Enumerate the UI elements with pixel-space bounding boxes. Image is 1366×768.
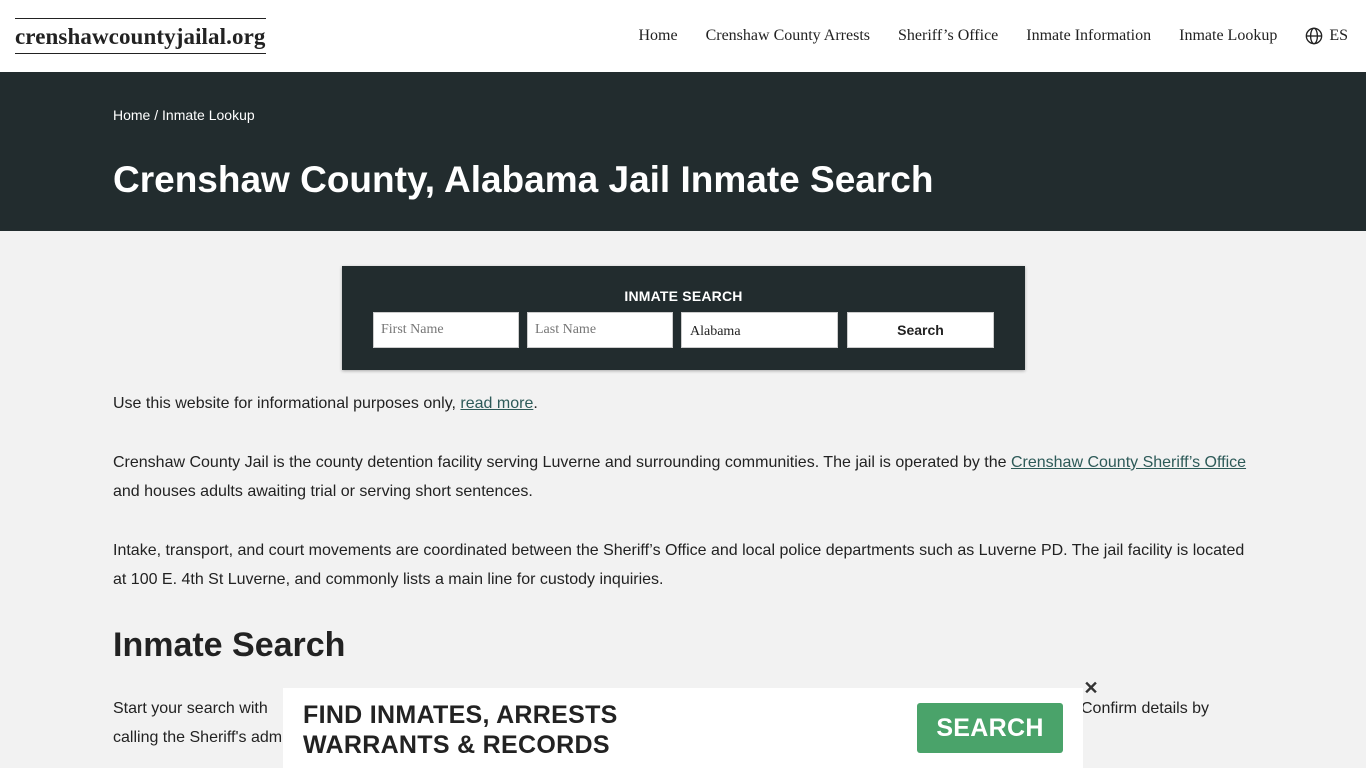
facility-paragraph: Intake, transport, and court movements a… [113,542,1245,588]
nav-crenshaw-county-arrests[interactable]: Crenshaw County Arrests [706,27,870,45]
page-title: Crenshaw County, Alabama Jail Inmate Sea… [113,159,934,200]
ad-banner[interactable]: FIND INMATES, ARRESTS WARRANTS & RECORDS… [283,688,1083,768]
state-select-value: Alabama [690,324,741,339]
nav-inmate-information[interactable]: Inmate Information [1026,27,1151,45]
search-form-title: INMATE SEARCH [624,288,743,304]
disclaimer-paragraph: Use this website for informational purpo… [113,389,1253,418]
ad-search-button[interactable]: SEARCH [917,703,1063,753]
section-heading: Inmate Search [113,626,346,664]
intro-paragraph: Crenshaw County Jail is the county deten… [113,448,1253,506]
nav-sheriffs-office[interactable]: Sheriff’s Office [898,27,998,45]
state-select[interactable]: Alabama [681,312,838,348]
globe-icon [1306,27,1323,45]
disclaimer-text: Use this website for informational purpo… [113,395,461,412]
site-header: crenshawcountyjailal.org Home Crenshaw C… [0,0,1366,72]
language-label: ES [1329,27,1348,44]
ad-headline-line2: WARRANTS & RECORDS [303,731,610,759]
ad-headline-line1: FIND INMATES, ARRESTS [303,701,618,729]
intro-text: Crenshaw County Jail is the county deten… [113,454,1011,471]
main-nav: Home Crenshaw County Arrests Sheriff’s O… [638,0,1348,72]
breadcrumb: Home / Inmate Lookup [113,107,255,123]
ad-headline: FIND INMATES, ARRESTS WARRANTS & RECORDS [303,700,618,760]
read-more-link[interactable]: read more [460,395,533,412]
language-switcher[interactable]: ES [1305,27,1348,45]
sheriffs-office-link[interactable]: Crenshaw County Sheriff’s Office [1011,454,1246,471]
disclaimer-end: . [533,395,538,412]
inmate-search-form: INMATE SEARCH Alabama Search [342,266,1025,370]
search-instructions-end: Confirm details by [1081,700,1210,717]
intro-end: and houses adults awaiting trial or serv… [113,483,533,500]
nav-home[interactable]: Home [638,27,677,45]
breadcrumb-home[interactable]: Home [113,107,150,123]
search-instructions-line2: calling the Sheriff's adm [113,729,283,746]
breadcrumb-separator: / [150,107,163,123]
breadcrumb-current[interactable]: Inmate Lookup [162,107,255,123]
hero-banner: Home / Inmate Lookup Crenshaw County, Al… [0,72,1366,231]
close-icon[interactable]: ✕ [1083,679,1099,697]
site-logo[interactable]: crenshawcountyjailal.org [15,18,266,54]
last-name-input[interactable] [527,312,673,348]
search-button[interactable]: Search [847,312,994,348]
search-instructions-start: Start your search with [113,700,268,717]
nav-inmate-lookup[interactable]: Inmate Lookup [1179,27,1277,45]
first-name-input[interactable] [373,312,519,348]
